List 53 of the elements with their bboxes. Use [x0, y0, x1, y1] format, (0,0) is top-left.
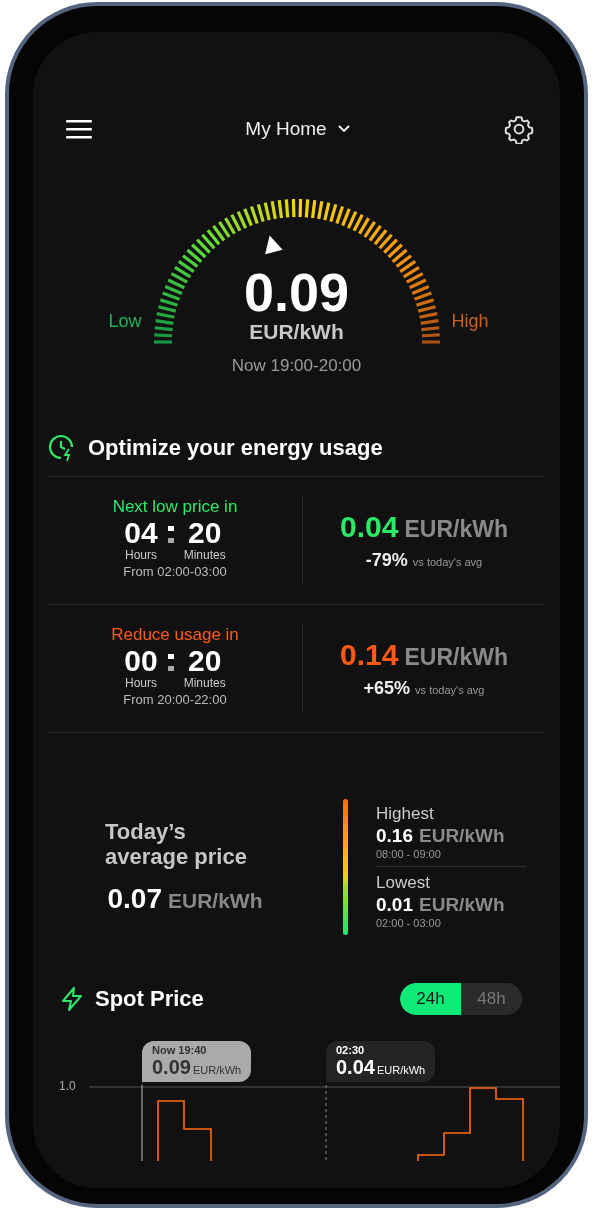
change-note: vs today's avg	[412, 556, 483, 568]
section-title: Optimize your energy usage	[88, 435, 383, 461]
price-value: 0.04	[340, 510, 399, 544]
time-range: From 02:00-03:00	[123, 563, 227, 579]
tooltip-unit: EUR/kWh	[192, 1064, 242, 1076]
price-unit: EUR/kWh	[404, 516, 508, 543]
menu-icon[interactable]	[66, 119, 92, 139]
tooltip-time: Now 19:40	[152, 1044, 208, 1056]
high-label: High	[451, 311, 489, 332]
countdown-label: Reduce usage in	[111, 624, 239, 645]
hours-value: 04	[124, 517, 158, 548]
gauge-pointer	[264, 235, 283, 255]
axis-label: 1.0	[59, 1079, 76, 1093]
tooltip-time: 02:30	[336, 1044, 366, 1056]
lightning-icon	[61, 987, 83, 1011]
extreme-price: 0.16	[376, 824, 413, 847]
price-unit: EUR/kWh	[168, 889, 263, 913]
extreme-time: 08:00 - 09:00	[376, 847, 442, 860]
price-unit: EUR/kWh	[249, 320, 344, 344]
price-unit: EUR/kWh	[419, 893, 505, 916]
price-unit: EUR/kWh	[419, 824, 505, 847]
minutes-label: Minutes	[183, 675, 226, 690]
tooltip-unit: EUR/kWh	[376, 1064, 426, 1076]
minutes-label: Minutes	[183, 547, 226, 562]
change-note: vs today's avg	[415, 684, 485, 696]
price-unit: EUR/kWh	[404, 644, 508, 671]
low-label: Low	[108, 311, 142, 332]
tooltip-price: 0.04	[336, 1056, 375, 1078]
section-title: Spot Price	[95, 986, 204, 1012]
average-price: 0.07	[107, 883, 162, 915]
range-tab[interactable]: 24h	[400, 983, 461, 1015]
extreme-label: Highest	[376, 803, 435, 824]
minutes-value: 20	[188, 517, 222, 548]
time-range: From 20:00-22:00	[123, 691, 227, 707]
extreme-price: 0.01	[376, 893, 413, 916]
price-period: Now 19:00-20:00	[230, 356, 363, 376]
extreme-time: 02:00 - 03:00	[376, 916, 442, 929]
minutes-value: 20	[188, 645, 222, 676]
extreme-label: Lowest	[376, 872, 431, 893]
hours-value: 00	[124, 645, 158, 676]
average-title: Today’s average price	[105, 819, 248, 869]
tooltip-price: 0.09	[152, 1056, 191, 1078]
settings-icon[interactable]	[504, 114, 534, 144]
price-change: +65%	[363, 678, 411, 699]
price-value: 0.14	[340, 638, 399, 672]
current-price: 0.09	[243, 264, 350, 320]
chevron-down-icon	[336, 124, 351, 134]
price-change: -79%	[365, 550, 408, 571]
clock-bolt-icon	[48, 434, 76, 462]
hours-label: Hours	[124, 675, 157, 690]
home-selector[interactable]: My Home	[245, 118, 351, 140]
countdown-label: Next low price in	[112, 496, 238, 517]
hours-label: Hours	[124, 547, 157, 562]
